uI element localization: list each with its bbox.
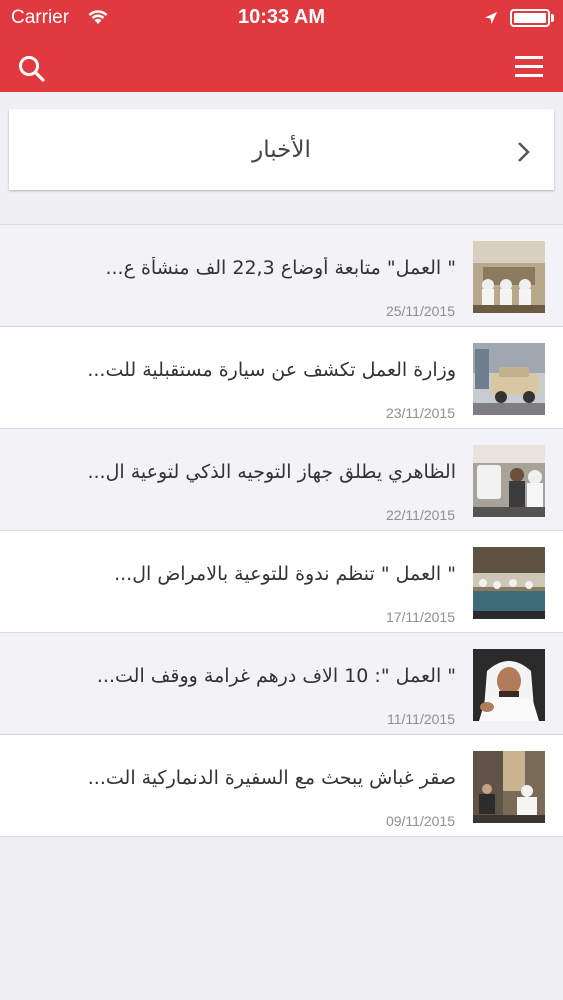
location-arrow-icon (485, 12, 497, 24)
chevron-icon (518, 142, 530, 162)
hamburger-menu-icon[interactable] (515, 55, 543, 79)
news-title: الظاهري يطلق جهاز التوجيه الذكي لتوعية ا… (87, 461, 456, 483)
news-item[interactable]: " العمل" متابعة أوضاع 22,3 الف منشأة ع..… (0, 224, 563, 327)
news-list: " العمل" متابعة أوضاع 22,3 الف منشأة ع..… (0, 224, 563, 837)
battery-tip (551, 14, 554, 22)
app-header: Carrier 10:33 AM (0, 0, 563, 92)
portrait-photo (473, 649, 545, 721)
section-title: الأخبار (252, 137, 311, 163)
office-meeting-photo (473, 751, 545, 823)
news-item[interactable]: " العمل ": 10 الاف درهم غرامة ووقف الت..… (0, 633, 563, 735)
seminar-photo (473, 547, 545, 619)
news-item[interactable]: وزارة العمل تكشف عن سيارة مستقبلية للت..… (0, 327, 563, 429)
news-item[interactable]: صقر غباش يبحث مع السفيرة الدنماركية الت.… (0, 735, 563, 837)
battery-icon (510, 9, 550, 27)
news-date: 11/11/2015 (387, 711, 455, 727)
crowd-photo (473, 445, 545, 517)
news-title: " العمل" متابعة أوضاع 22,3 الف منشأة ع..… (105, 257, 456, 279)
news-section-header[interactable]: الأخبار (9, 109, 554, 190)
news-date: 17/11/2015 (385, 609, 455, 625)
news-title: وزارة العمل تكشف عن سيارة مستقبلية للت..… (87, 359, 456, 381)
news-title: صقر غباش يبحث مع السفيرة الدنماركية الت.… (87, 767, 456, 789)
search-icon[interactable] (18, 55, 46, 83)
clock: 10:33 AM (237, 6, 326, 28)
car-photo (473, 343, 545, 415)
news-item[interactable]: " العمل " تنظم ندوة للتوعية بالامراض ال.… (0, 531, 563, 633)
news-date: 22/11/2015 (385, 507, 455, 523)
news-date: 23/11/2015 (385, 405, 455, 421)
news-title: " العمل ": 10 الاف درهم غرامة ووقف الت..… (96, 665, 456, 687)
news-title: " العمل " تنظم ندوة للتوعية بالامراض ال.… (114, 563, 456, 585)
news-date: 09/11/2015 (385, 813, 455, 829)
status-bar: Carrier 10:33 AM (0, 0, 563, 38)
news-date: 25/11/2015 (385, 303, 455, 319)
meeting-room-photo (473, 241, 545, 313)
news-item[interactable]: الظاهري يطلق جهاز التوجيه الذكي لتوعية ا… (0, 429, 563, 531)
